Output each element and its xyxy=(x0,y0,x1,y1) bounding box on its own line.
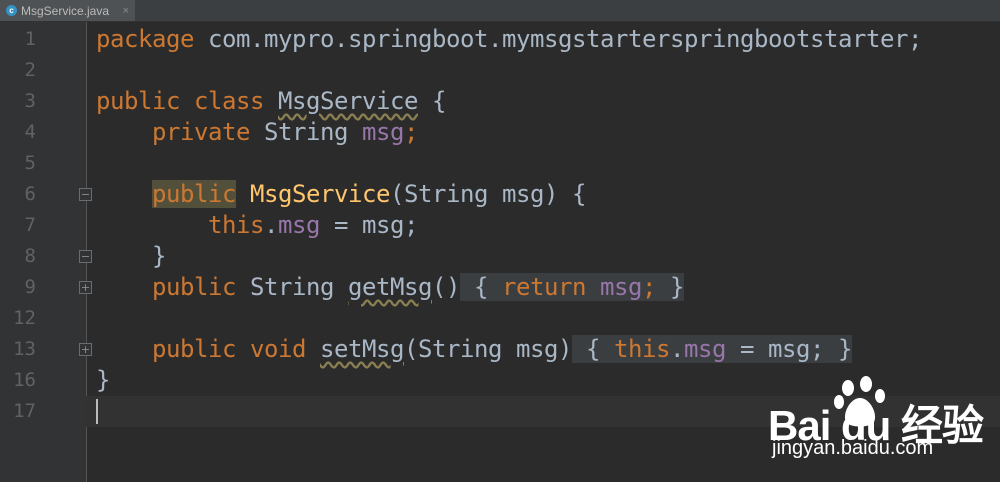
code-text: this.msg = msg; xyxy=(96,210,418,241)
line-number: 12 xyxy=(13,307,36,329)
field-msg: msg xyxy=(600,273,642,301)
folded-region[interactable]: { this.msg = msg; } xyxy=(572,335,852,363)
class-name[interactable]: MsgService xyxy=(278,87,418,115)
code-line: 13 + public void setMsg(String msg) { th… xyxy=(0,334,1000,365)
dot: . xyxy=(670,335,684,363)
line-number: 4 xyxy=(24,121,36,143)
folded-close-brace: } xyxy=(656,273,684,301)
java-class-icon: c xyxy=(6,5,17,16)
keyword-package: package xyxy=(96,25,194,53)
line-number: 3 xyxy=(24,90,36,112)
code-line: 5 xyxy=(0,148,1000,179)
code-line: 4 private String msg; xyxy=(0,117,1000,148)
constructor-name: MsgService xyxy=(250,180,390,208)
expand-fold-icon[interactable]: + xyxy=(79,343,92,356)
fold-marker-icon[interactable]: − xyxy=(79,188,92,201)
line-number: 16 xyxy=(13,369,36,391)
fold-end-icon[interactable]: − xyxy=(79,250,92,263)
line-number: 7 xyxy=(24,214,36,236)
line-number: 1 xyxy=(24,28,36,50)
tab-msgservice-java[interactable]: c MsgService.java × xyxy=(0,0,135,21)
line-number: 17 xyxy=(13,400,36,422)
tab-title: MsgService.java xyxy=(21,3,110,18)
line-number: 2 xyxy=(24,59,36,81)
field-msg: msg xyxy=(278,211,320,239)
keyword-class: class xyxy=(194,87,264,115)
keyword-this: this xyxy=(208,211,264,239)
code-line: 2 xyxy=(0,55,1000,86)
assignment: = msg; xyxy=(726,335,824,363)
code-text: public void setMsg(String msg) { this.ms… xyxy=(96,334,852,365)
dot: . xyxy=(264,211,278,239)
code-text: public class MsgService { xyxy=(96,86,446,117)
package-name: com.mypro.springboot.mymsgstarterspringb… xyxy=(194,25,922,53)
code-line: 12 xyxy=(0,303,1000,334)
folded-close-brace: } xyxy=(824,335,852,363)
constructor-params: (String msg) { xyxy=(390,180,586,208)
type-string: String xyxy=(250,118,362,146)
semicolon: ; xyxy=(642,273,656,301)
line-number: 6 xyxy=(24,183,36,205)
keyword-public-highlighted: public xyxy=(152,180,236,208)
line-number: 9 xyxy=(24,276,36,298)
code-line: 9 + public String getMsg() { return msg;… xyxy=(0,272,1000,303)
field-msg: msg xyxy=(362,118,404,146)
code-line: 3 public class MsgService { xyxy=(0,86,1000,117)
code-line: 1 package com.mypro.springboot.mymsgstar… xyxy=(0,24,1000,55)
code-line: 7 this.msg = msg; xyxy=(0,210,1000,241)
type-string: String xyxy=(236,273,348,301)
keyword-public: public xyxy=(152,273,236,301)
method-params: (String msg) xyxy=(404,335,572,363)
assignment: = msg; xyxy=(320,211,418,239)
code-line: 8 − } xyxy=(0,241,1000,272)
folded-open-brace: { xyxy=(460,273,502,301)
keyword-public: public xyxy=(152,335,236,363)
keyword-this: this xyxy=(614,335,670,363)
code-text: public MsgService(String msg) { xyxy=(96,179,586,210)
open-brace: { xyxy=(418,87,446,115)
editor-tab-bar: c MsgService.java × xyxy=(0,0,1000,22)
code-text: public String getMsg() { return msg; } xyxy=(96,272,684,303)
semicolon: ; xyxy=(404,118,418,146)
keyword-return: return xyxy=(502,273,586,301)
method-setmsg[interactable]: setMsg xyxy=(320,335,404,363)
field-msg: msg xyxy=(684,335,726,363)
text-caret xyxy=(96,399,98,424)
folded-open-brace: { xyxy=(572,335,614,363)
keyword-void: void xyxy=(250,335,306,363)
code-text: private String msg; xyxy=(96,117,418,148)
parens: () xyxy=(432,273,460,301)
method-getmsg[interactable]: getMsg xyxy=(348,273,432,301)
code-text: } xyxy=(96,241,166,272)
expand-fold-icon[interactable]: + xyxy=(79,281,92,294)
class-close-brace: } xyxy=(96,366,110,394)
code-line: 6 − public MsgService(String msg) { xyxy=(0,179,1000,210)
close-brace: } xyxy=(152,242,166,270)
watermark-url: jingyan.baidu.com xyxy=(772,437,934,459)
keyword-private: private xyxy=(152,118,250,146)
keyword-public: public xyxy=(96,87,180,115)
close-tab-icon[interactable]: × xyxy=(123,5,129,17)
folded-region[interactable]: { return msg; } xyxy=(460,273,684,301)
code-text: package com.mypro.springboot.mymsgstarte… xyxy=(96,24,922,55)
line-number: 13 xyxy=(13,338,36,360)
line-number: 8 xyxy=(24,245,36,267)
line-number: 5 xyxy=(24,152,36,174)
code-text: } xyxy=(96,365,110,396)
